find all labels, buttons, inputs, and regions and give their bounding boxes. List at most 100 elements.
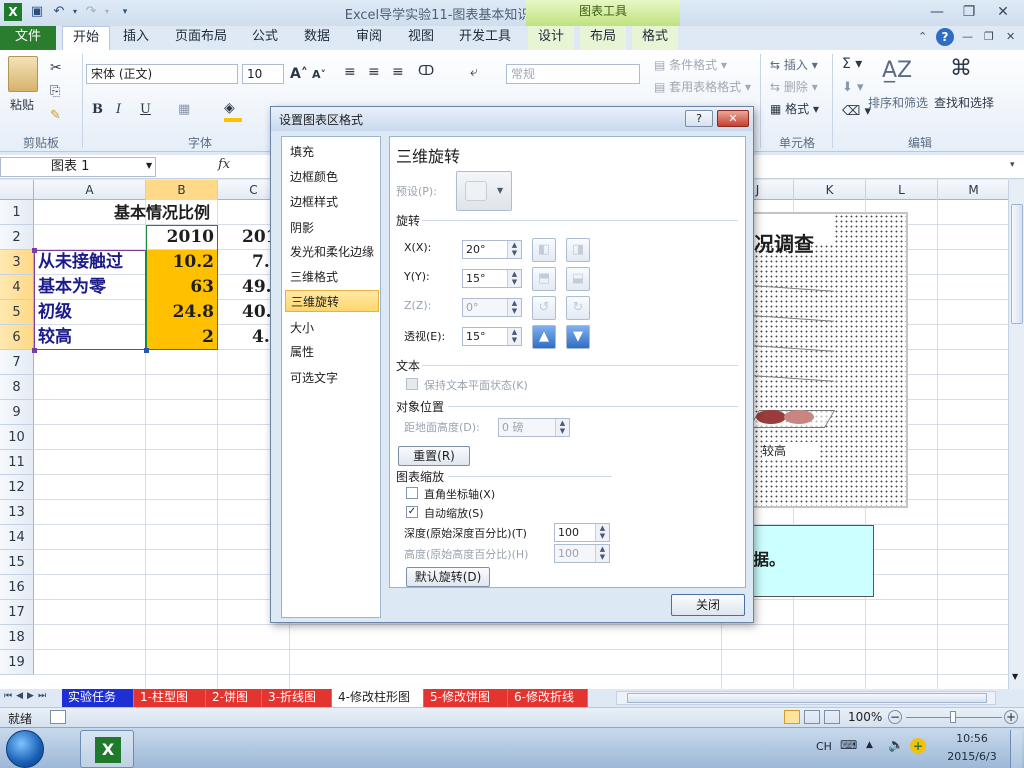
- sheet-tab[interactable]: 实验任务: [62, 689, 134, 707]
- collapse-ribbon-icon[interactable]: ⌃: [918, 30, 927, 43]
- align-bottom-icon[interactable]: ≡: [392, 64, 404, 80]
- row-header[interactable]: 4: [0, 275, 34, 300]
- spinner-arrows-icon[interactable]: ▲ ▼: [507, 299, 521, 316]
- note-shape[interactable]: 据。: [752, 525, 874, 597]
- x-rotation-input[interactable]: 20° ▲ ▼: [462, 240, 522, 259]
- tab-page-layout[interactable]: 页面布局: [168, 26, 234, 50]
- sheet-tab[interactable]: 1-柱型图: [134, 689, 206, 707]
- rotate-right-icon[interactable]: ◨: [566, 238, 590, 262]
- zoom-out-icon[interactable]: −: [888, 710, 902, 724]
- tab-insert[interactable]: 插入: [114, 26, 158, 50]
- rotate-down-icon[interactable]: ⬓: [566, 267, 590, 291]
- zoom-in-icon[interactable]: +: [1004, 710, 1018, 724]
- horizontal-scroll-thumb[interactable]: [627, 693, 987, 703]
- show-desktop-button[interactable]: [1010, 730, 1022, 768]
- distance-input[interactable]: 0 磅 ▲ ▼: [498, 418, 570, 437]
- range-handle[interactable]: [32, 348, 37, 353]
- spinner-arrows-icon[interactable]: ▲ ▼: [507, 270, 521, 287]
- autoscale-checkbox[interactable]: ✓: [406, 506, 418, 518]
- chart-area[interactable]: 况调查 较高: [748, 212, 908, 508]
- cell-title[interactable]: 基本情况比例: [34, 200, 290, 225]
- column-header[interactable]: L: [866, 180, 938, 200]
- z-rotation-input[interactable]: 0° ▲ ▼: [462, 298, 522, 317]
- tab-home[interactable]: 开始: [62, 26, 110, 50]
- tab-data[interactable]: 数据: [296, 26, 338, 50]
- rotate-left-icon[interactable]: ◧: [532, 238, 556, 262]
- volume-icon[interactable]: 🔈: [888, 738, 904, 753]
- tab-review[interactable]: 审阅: [348, 26, 390, 50]
- close-icon[interactable]: ✕: [990, 2, 1016, 22]
- sheet-tab[interactable]: 4-修改柱形图: [332, 689, 424, 707]
- column-header[interactable]: M: [938, 180, 1010, 200]
- tab-format[interactable]: 格式: [632, 26, 678, 50]
- spinner-arrows-icon[interactable]: ▲ ▼: [507, 328, 521, 345]
- row-header[interactable]: 6: [0, 325, 34, 350]
- tab-developer[interactable]: 开发工具: [452, 26, 518, 50]
- tab-file[interactable]: 文件: [0, 26, 56, 50]
- row-header[interactable]: 9: [0, 400, 34, 425]
- tab-design[interactable]: 设计: [528, 26, 574, 50]
- expand-formula-icon[interactable]: ▾: [1010, 160, 1015, 170]
- sheet-tab[interactable]: 2-饼图: [206, 689, 262, 707]
- dialog-help-button[interactable]: ?: [685, 110, 713, 127]
- perspective-input[interactable]: 15° ▲ ▼: [462, 327, 522, 346]
- column-header[interactable]: A: [34, 180, 146, 200]
- rotate-ccw-icon[interactable]: ↺: [532, 296, 556, 320]
- nav-3d-format[interactable]: 三维格式: [285, 266, 379, 288]
- paste-label[interactable]: 粘贴: [10, 96, 34, 113]
- zoom-level[interactable]: 100%: [848, 710, 882, 724]
- number-format-select[interactable]: 常规: [506, 64, 640, 84]
- nav-shadow[interactable]: 阴影: [285, 217, 379, 239]
- name-box[interactable]: 图表 1: [0, 157, 156, 177]
- dialog-title-bar[interactable]: 设置图表区格式 ? ✕: [271, 107, 753, 131]
- narrow-perspective-icon[interactable]: ▲: [532, 325, 556, 349]
- input-language[interactable]: CH: [816, 740, 832, 753]
- format-cells-button[interactable]: ▦ 格式 ▾: [770, 100, 819, 117]
- reset-button[interactable]: 重置(R): [398, 446, 470, 466]
- tab-view[interactable]: 视图: [400, 26, 442, 50]
- underline-button[interactable]: U: [140, 102, 151, 117]
- copy-icon[interactable]: ⎘: [50, 84, 60, 99]
- range-handle[interactable]: [32, 248, 37, 253]
- bold-button[interactable]: B: [92, 102, 103, 117]
- row-header[interactable]: 7: [0, 350, 34, 375]
- dialog-close-button[interactable]: 关闭: [671, 594, 745, 616]
- height-input[interactable]: 100 ▲ ▼: [554, 544, 610, 563]
- default-rotation-button[interactable]: 默认旋转(D): [406, 567, 490, 587]
- row-header[interactable]: 15: [0, 550, 34, 575]
- insert-function-icon[interactable]: fx: [218, 157, 230, 172]
- doc-minimize-icon[interactable]: —: [962, 30, 973, 43]
- row-header[interactable]: 18: [0, 625, 34, 650]
- autosum-button[interactable]: Σ ▾: [842, 56, 862, 72]
- zoom-slider-thumb[interactable]: [950, 711, 956, 723]
- tab-formulas[interactable]: 公式: [244, 26, 286, 50]
- select-all-corner[interactable]: [0, 180, 34, 200]
- depth-input[interactable]: 100 ▲ ▼: [554, 523, 610, 542]
- italic-button[interactable]: I: [116, 102, 121, 117]
- chart-title[interactable]: 况调查: [754, 228, 814, 257]
- normal-view-icon[interactable]: [784, 710, 800, 724]
- align-top-icon[interactable]: ≡: [344, 64, 356, 80]
- nav-properties[interactable]: 属性: [285, 341, 379, 363]
- find-binoculars-icon[interactable]: ⌘: [950, 56, 972, 81]
- dialog-close-icon[interactable]: ✕: [717, 110, 749, 127]
- scroll-down-icon[interactable]: ▼: [1012, 672, 1018, 681]
- grow-font-icon[interactable]: A˄: [290, 66, 308, 82]
- row-header[interactable]: 10: [0, 425, 34, 450]
- range-handle[interactable]: [144, 348, 149, 353]
- row-header[interactable]: 14: [0, 525, 34, 550]
- rotate-up-icon[interactable]: ⬒: [532, 267, 556, 291]
- start-button-icon[interactable]: [6, 730, 44, 768]
- row-header[interactable]: 11: [0, 450, 34, 475]
- cut-icon[interactable]: ✂: [50, 60, 62, 76]
- insert-cells-button[interactable]: ⇆ 插入 ▾: [770, 56, 818, 73]
- row-header[interactable]: 3: [0, 250, 34, 275]
- vertical-scroll-thumb[interactable]: [1011, 204, 1023, 324]
- fill-down-icon[interactable]: ⬇ ▾: [842, 80, 864, 95]
- shrink-font-icon[interactable]: A˅: [312, 68, 326, 81]
- column-header[interactable]: K: [794, 180, 866, 200]
- font-size-select[interactable]: 10: [242, 64, 284, 84]
- sort-filter-label[interactable]: 排序和筛选: [868, 94, 928, 111]
- show-hidden-icons-icon[interactable]: ▲: [866, 740, 873, 750]
- nav-3d-rotation[interactable]: 三维旋转: [285, 290, 379, 312]
